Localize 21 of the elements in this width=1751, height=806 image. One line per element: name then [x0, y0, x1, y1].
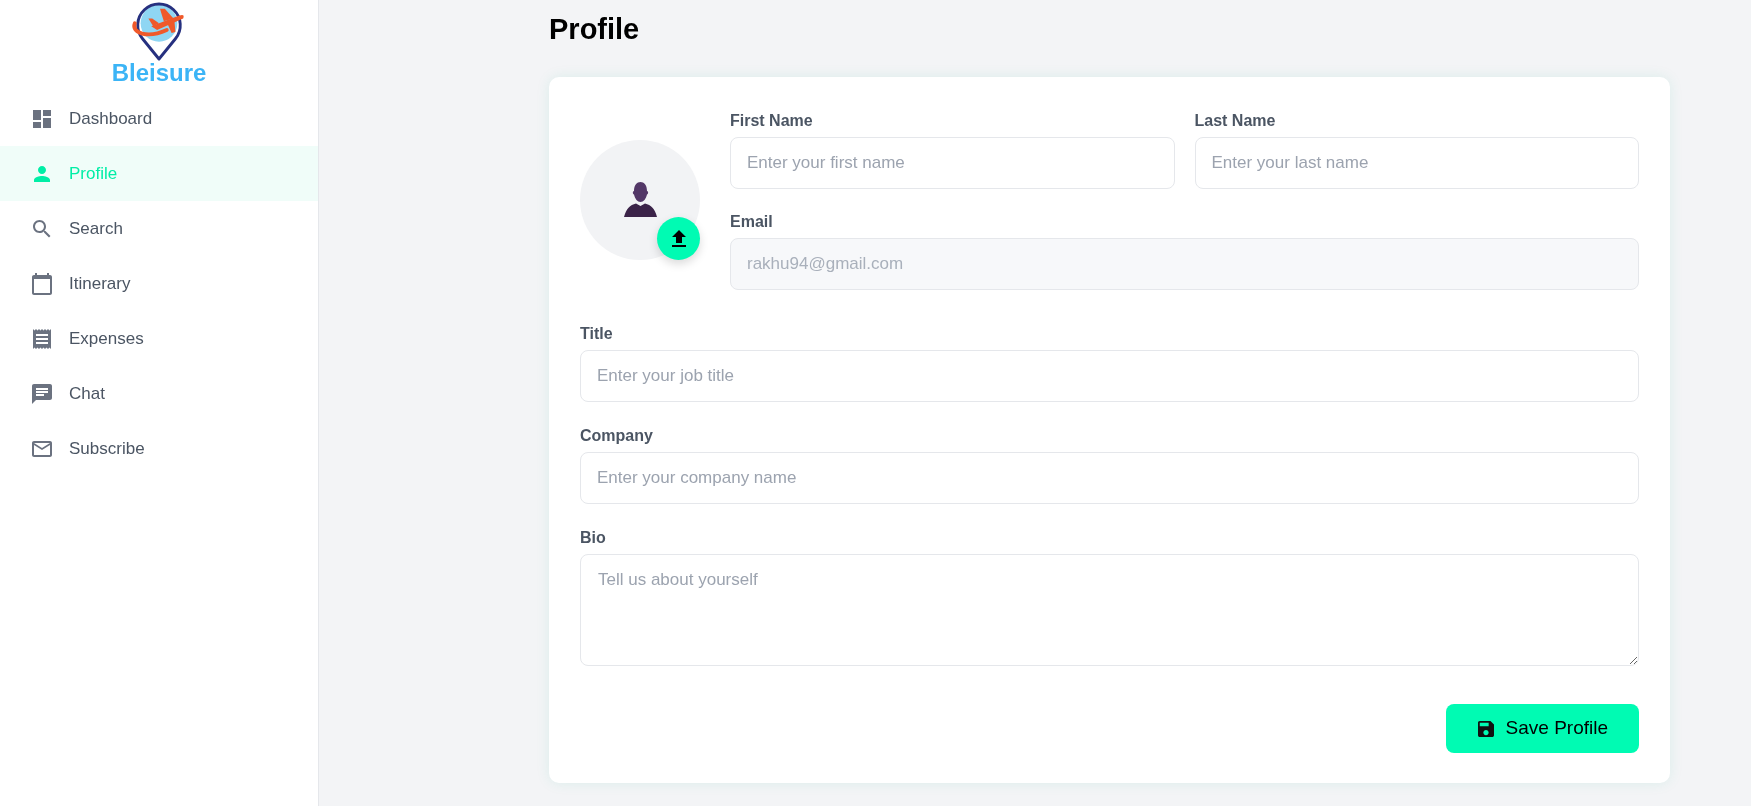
input-field[interactable]: Enter your company name — [580, 452, 1639, 504]
field-label: Company — [580, 426, 654, 446]
save-profile-button[interactable]: Save Profile — [1445, 704, 1639, 753]
logo-text: Bleisure — [111, 61, 207, 85]
calendar-icon — [32, 272, 52, 295]
field-label: Last Name — [1194, 111, 1277, 131]
page-title: Profile — [549, 12, 641, 47]
chat-bubble-icon — [32, 382, 52, 405]
grid-icon — [32, 107, 52, 130]
search-icon — [32, 217, 52, 240]
input-field[interactable]: Enter your job title — [580, 350, 1639, 402]
upload-icon — [671, 229, 686, 247]
field-label: Title — [580, 324, 614, 344]
textarea-field[interactable]: Tell us about yourself — [580, 554, 1639, 666]
field-label: Email — [730, 212, 774, 232]
input-field[interactable]: Enter your first name — [730, 137, 1175, 189]
person-silhouette-icon — [623, 182, 657, 217]
field-label: Bio — [580, 528, 607, 548]
input-field[interactable]: Enter your last name — [1194, 137, 1639, 189]
receipt-icon — [32, 327, 52, 350]
field-label: First Name — [730, 111, 814, 131]
